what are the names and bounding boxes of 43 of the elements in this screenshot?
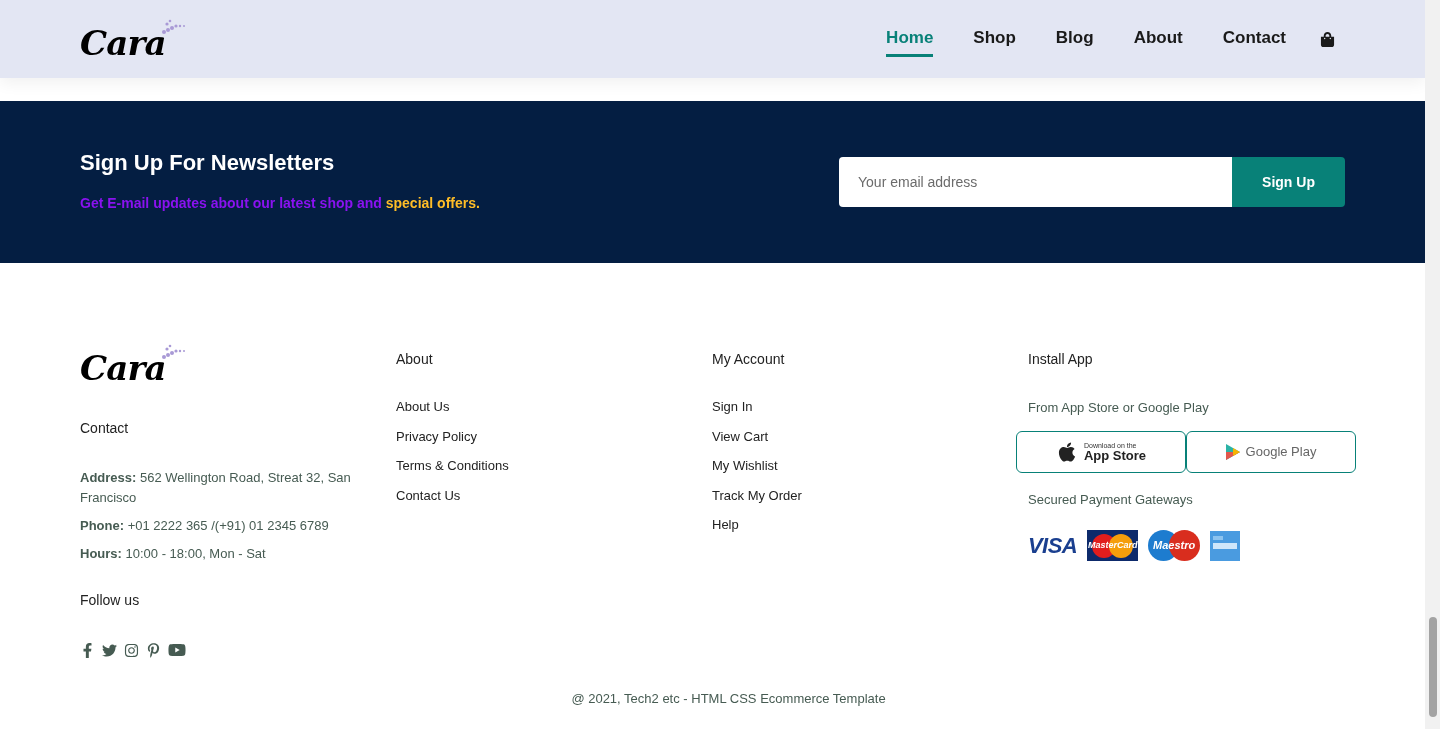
nav-link[interactable]: Blog	[1055, 20, 1094, 58]
nav-link[interactable]: Shop	[973, 20, 1016, 58]
column-heading: My Account	[712, 350, 786, 369]
youtube-icon[interactable]	[168, 641, 186, 659]
twitter-icon[interactable]	[102, 642, 117, 658]
shopping-bag-icon[interactable]	[1320, 31, 1335, 47]
newsletter-title: Sign Up For Newsletters	[80, 149, 336, 177]
footer-link[interactable]: Privacy Policy	[396, 427, 477, 445]
footer-link[interactable]: Help	[712, 516, 739, 534]
footer-link[interactable]: Terms & Conditions	[396, 457, 509, 475]
contact-heading: Contact	[80, 419, 130, 438]
facebook-icon[interactable]	[80, 642, 95, 658]
google-play-badge[interactable]: Google Play	[1186, 430, 1356, 473]
payments-heading: Secured Payment Gateways	[1028, 490, 1194, 509]
nav-link[interactable]: Contact	[1222, 20, 1286, 58]
install-heading: Install App	[1028, 350, 1094, 369]
copyright-text: @ 2021, Tech2 etc - HTML CSS Ecommerce Template	[570, 690, 887, 708]
install-subtitle: From App Store or Google Play	[1028, 399, 1210, 417]
footer-link[interactable]: About Us	[396, 398, 450, 416]
contact-detail: Hours: 10:00 - 18:00, Mon - Sat	[80, 545, 267, 563]
newsletter-subtitle: Get E-mail updates about our latest shop and special offers.	[80, 194, 480, 213]
footer-link[interactable]: View Cart	[712, 427, 769, 445]
scrollbar[interactable]	[1425, 0, 1440, 729]
visa-logo: VISA	[1028, 532, 1078, 560]
nav-link[interactable]: Home	[886, 20, 934, 58]
email-field[interactable]: Your email address	[839, 157, 1232, 207]
contact-detail: Phone: +01 2222 365 /(+91) 01 2345 6789	[80, 517, 330, 535]
logo[interactable]: Cara	[80, 18, 192, 60]
contact-detail: Address: 562 Wellington Road, Streat 32, San Francisco	[80, 469, 352, 507]
amex-logo-icon	[1210, 530, 1241, 561]
nav-link[interactable]: About	[1133, 20, 1183, 58]
footer-logo: Cara	[80, 343, 396, 385]
play-triangle-icon	[1225, 443, 1240, 460]
footer-link[interactable]: Sign In	[712, 398, 753, 416]
sign-up-button[interactable]: Sign Up	[1232, 157, 1345, 207]
follow-heading: Follow us	[80, 591, 141, 610]
pinterest-icon[interactable]	[146, 642, 161, 658]
footer-link[interactable]: Track My Order	[712, 486, 802, 504]
footer-link[interactable]: My Wishlist	[712, 457, 778, 475]
instagram-icon[interactable]	[124, 642, 139, 658]
column-heading: About	[396, 350, 434, 369]
footer-link[interactable]: Contact Us	[396, 486, 461, 504]
badge-title: App Store	[1083, 448, 1147, 462]
